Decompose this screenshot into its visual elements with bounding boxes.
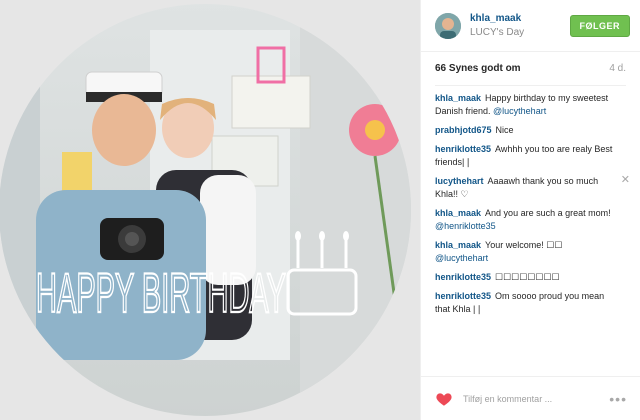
comment-username[interactable]: khla_maak [435,240,481,250]
user-meta: khla_maak LUCY's Day [470,13,570,38]
comment-footer: ••• [421,376,640,420]
comment-text: ☐☐☐☐☐☐☐☐ [495,272,560,282]
heart-icon[interactable] [435,390,453,408]
comment-item: henriklotte35 Awhhh you too are realy Bes… [435,143,626,169]
likes-count[interactable]: 66 Synes godt om [435,63,521,74]
comment-item: henriklotte35 ☐☐☐☐☐☐☐☐ [435,271,626,284]
post-time: 4 d. [609,63,626,74]
comment-text: And you are such a great mom! [485,208,611,218]
comment-username[interactable]: khla_maak [435,93,481,103]
follow-button[interactable]: FØLGER [569,14,630,37]
post-username[interactable]: khla_maak [470,13,570,24]
comment-username[interactable]: prabhjotd675 [435,125,492,135]
post-location[interactable]: LUCY's Day [470,27,570,38]
comment-list: khla_maak Happy birthday to my sweetest D… [421,86,640,316]
comment-mention[interactable]: @lucythehart [435,253,488,263]
birthday-overlay-text: HAPPY BIRTHDAY [36,261,286,324]
comment-input[interactable] [463,393,610,404]
likes-row: 66 Synes godt om 4 d. [435,52,626,86]
comment-username[interactable]: henriklotte35 [435,272,491,282]
post-photo[interactable]: HAPPY BIRTHDAY [0,0,420,420]
comment-text: Nice [495,125,514,135]
comment-text: Your welcome! ☐☐ [485,240,563,250]
comment-username[interactable]: henriklotte35 [435,291,491,301]
comment-item: khla_maak Your welcome! ☐☐ @lucythehart [435,239,626,265]
comment-mention[interactable]: @henriklotte35 [435,221,496,231]
comment-item: khla_maak Happy birthday to my sweetest D… [435,92,626,118]
more-options-icon[interactable]: ••• [609,391,627,407]
comment-username[interactable]: khla_maak [435,208,481,218]
avatar[interactable] [435,12,461,39]
post-image: HAPPY BIRTHDAY [0,0,420,420]
comment-username[interactable]: lucythehart [435,176,484,186]
comment-item: lucythehart Aaaawh thank you so much Khla… [435,174,630,201]
comment-item: khla_maak And you are such a great mom! @… [435,207,626,233]
comment-item: prabhjotd675 Nice [435,124,626,137]
post-header: khla_maak LUCY's Day FØLGER [421,0,640,52]
post-details-panel: khla_maak LUCY's Day FØLGER 66 Synes god… [420,0,640,420]
comment-mention[interactable]: @lucythehart [493,106,546,116]
close-icon[interactable]: ✕ [621,174,630,187]
comment-item: henriklotte35 Om soooo proud you mean tha… [435,290,626,316]
comment-username[interactable]: henriklotte35 [435,144,491,154]
